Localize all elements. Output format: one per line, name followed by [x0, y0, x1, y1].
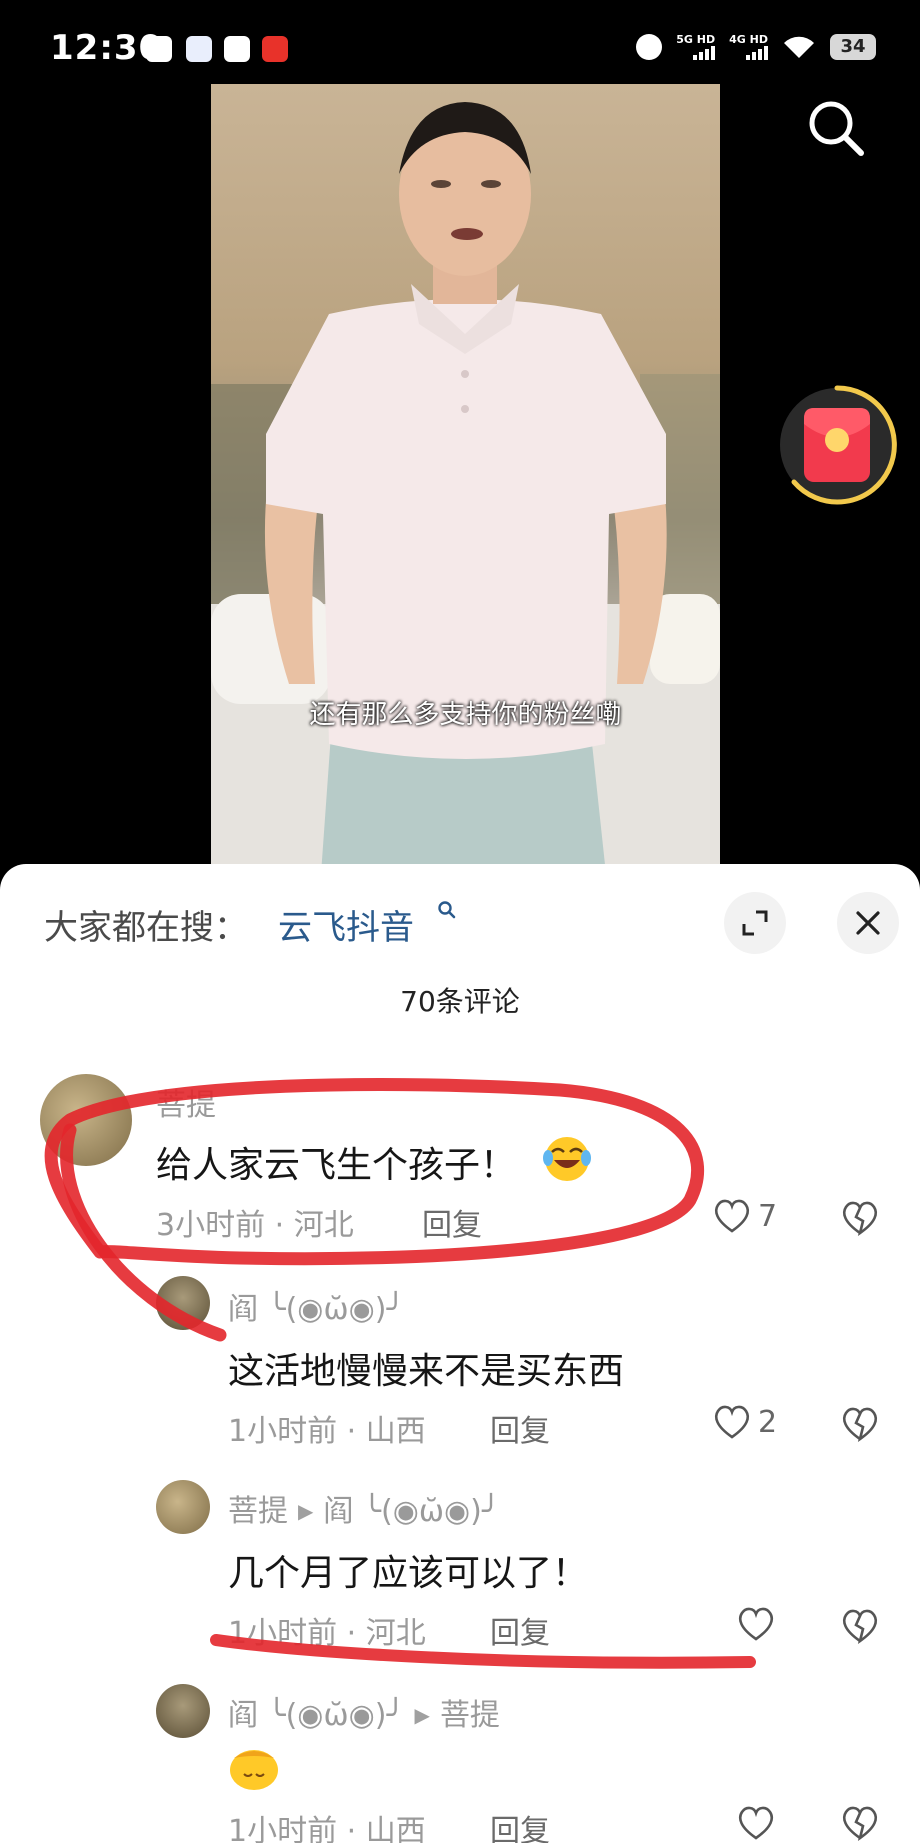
bowing-emoji-icon — [230, 1750, 278, 1790]
network-label-1: 5G HD — [676, 33, 716, 46]
comment-text: 几个月了应该可以了！ — [228, 1553, 589, 1594]
close-button[interactable] — [837, 892, 899, 954]
broken-heart-icon — [842, 1407, 878, 1443]
dislike-button[interactable] — [840, 1199, 880, 1241]
red-packet-reward-button[interactable] — [776, 384, 898, 506]
like-button[interactable] — [736, 1804, 776, 1842]
comment-meta: 3小时前 · 河北 — [156, 1208, 354, 1243]
broken-heart-icon — [842, 1806, 878, 1842]
comments-sheet: 大家都在搜： 云飞抖音 70条评论 菩提 给人家云飞生个孩子！ 3小时前 · 河… — [0, 864, 920, 1843]
close-icon — [856, 911, 880, 935]
avatar[interactable] — [40, 1074, 132, 1166]
alarm-icon — [636, 34, 663, 60]
reply-arrow-icon: ▶ — [414, 1703, 430, 1727]
app-notification-icon — [186, 36, 212, 62]
comments-header: 大家都在搜： 云飞抖音 — [0, 864, 920, 974]
reply-target: 阎 ╰(◉ω̆◉)╯ — [323, 1494, 500, 1529]
comment-count: 70条评论 — [400, 985, 520, 1018]
message-notification-icon — [146, 36, 172, 62]
dislike-button[interactable] — [840, 1607, 880, 1649]
status-icons: 5G HD 4G HD 34 — [636, 34, 876, 60]
battery-indicator: 34 — [830, 34, 876, 60]
wifi-icon — [784, 36, 814, 58]
heart-icon — [738, 1806, 774, 1840]
like-count: 7 — [758, 1198, 778, 1234]
avatar[interactable] — [156, 1684, 210, 1738]
comment-author[interactable]: 阎 ╰(◉ω̆◉)╯ ▶ 菩提 — [228, 1690, 500, 1734]
like-button[interactable] — [736, 1605, 776, 1643]
like-button[interactable]: 2 — [712, 1403, 777, 1441]
comment-meta: 1小时前 · 山西 — [228, 1414, 426, 1449]
dislike-button[interactable] — [840, 1405, 880, 1447]
trending-search-label: 大家都在搜： — [44, 908, 248, 948]
avatar[interactable] — [156, 1276, 210, 1330]
like-button[interactable]: 7 — [712, 1197, 777, 1235]
signal-4g-icon: 4G HD — [729, 34, 768, 60]
status-bar: 12:30 5G HD 4G HD 34 — [0, 0, 920, 84]
video-person-figure — [264, 102, 667, 874]
card-notification-icon — [224, 36, 250, 62]
comment-author[interactable]: 菩提 — [156, 1080, 216, 1124]
shopping-notification-icon — [262, 36, 288, 62]
like-count: 2 — [758, 1404, 778, 1440]
comment-text: 给人家云飞生个孩子！ — [156, 1145, 517, 1186]
heart-icon — [714, 1405, 750, 1439]
reply-target: 菩提 — [439, 1698, 500, 1733]
heart-icon — [738, 1607, 774, 1641]
comment-author[interactable]: 阎 ╰(◉ω̆◉)╯ — [228, 1284, 405, 1328]
reply-button[interactable]: 回复 — [490, 1608, 550, 1652]
heart-icon — [714, 1199, 750, 1233]
reply-arrow-icon: ▶ — [298, 1499, 314, 1523]
reply-author: 阎 ╰(◉ω̆◉)╯ — [228, 1698, 405, 1733]
comment-meta: 1小时前 · 河北 — [228, 1616, 426, 1651]
network-label-2: 4G HD — [729, 33, 768, 46]
comment-text: 这活地慢慢来不是买东西 — [228, 1351, 625, 1392]
reply-author: 菩提 — [228, 1494, 288, 1529]
red-envelope-icon — [780, 385, 897, 505]
trending-search-link[interactable]: 云飞抖音 — [278, 900, 414, 949]
comment-author[interactable]: 菩提 ▶ 阎 ╰(◉ω̆◉)╯ — [228, 1486, 500, 1530]
broken-heart-icon — [842, 1201, 878, 1237]
search-small-icon — [438, 901, 456, 919]
video-frame: 还有那么多支持你的粉丝嘞 — [211, 84, 720, 874]
reply-button[interactable]: 回复 — [490, 1406, 550, 1450]
search-icon — [809, 101, 864, 156]
reply-button[interactable]: 回复 — [490, 1806, 550, 1843]
expand-icon — [742, 910, 768, 936]
avatar[interactable] — [156, 1480, 210, 1534]
expand-button[interactable] — [724, 892, 786, 954]
comment-meta: 1小时前 · 山西 — [228, 1814, 426, 1843]
video-search-button[interactable] — [806, 98, 866, 158]
dislike-button[interactable] — [840, 1804, 880, 1843]
broken-heart-icon — [842, 1609, 878, 1645]
signal-5g-icon: 5G HD — [676, 33, 716, 60]
reply-button[interactable]: 回复 — [422, 1200, 482, 1244]
video-subtitle: 还有那么多支持你的粉丝嘞 — [309, 700, 622, 730]
laugh-cry-emoji-icon — [543, 1137, 591, 1181]
